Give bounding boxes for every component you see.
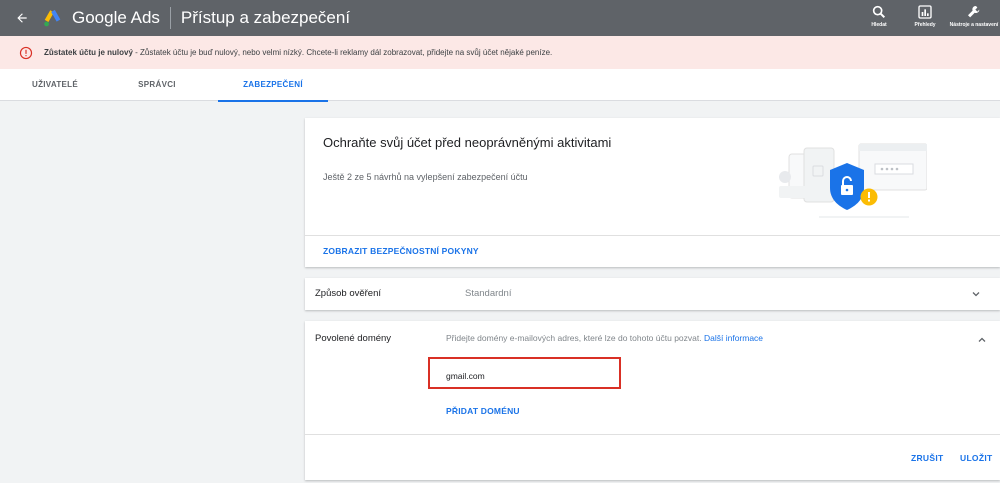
verification-value: Standardní [465, 288, 512, 299]
verification-label: Způsob ověření [315, 288, 382, 299]
reports-button-label: Přehledy [914, 22, 936, 28]
panel-divider [305, 434, 1000, 435]
alert-text: - Zůstatek účtu je buď nulový, nebo velm… [132, 48, 553, 57]
security-card-title: Ochraňte svůj účet před neoprávněnými ak… [323, 135, 612, 150]
search-icon [872, 5, 886, 19]
reports-button[interactable]: Přehledy [902, 0, 948, 36]
google-ads-logo[interactable] [42, 7, 64, 29]
cancel-button[interactable]: ZRUŠIT [911, 453, 944, 463]
reports-icon [918, 5, 932, 19]
back-button[interactable] [4, 0, 40, 36]
chevron-up-icon[interactable] [976, 334, 988, 346]
alert-title: Zůstatek účtu je nulový [44, 48, 133, 57]
hint-text: Přidejte domény e-mailových adres, které… [446, 333, 702, 343]
tools-settings-label: Nástroje a nastavení [949, 22, 999, 28]
tools-settings-button[interactable]: Nástroje a nastavení [948, 0, 1000, 36]
header-divider [169, 7, 171, 29]
arrow-left-icon [17, 13, 27, 23]
search-button[interactable]: Hledat [856, 0, 902, 36]
card-divider [305, 235, 1000, 236]
page-title: Přístup a zabezpečení [180, 8, 351, 27]
tab-bar: UŽIVATELÉ SPRÁVCI ZABEZPEČENÍ [0, 69, 1000, 102]
domain-value: gmail.com [446, 371, 485, 381]
security-shield-illustration [779, 143, 927, 218]
balance-alert: Zůstatek účtu je nulový - Zůstatek účtu … [0, 36, 1000, 69]
verification-method-panel[interactable]: Způsob ověření Standardní [305, 278, 1000, 310]
tab-managers[interactable]: SPRÁVCI [112, 69, 202, 101]
wrench-icon [968, 6, 980, 18]
header-tools: Hledat Přehledy Nástroje a nastavení [856, 0, 1000, 36]
view-security-tips-link[interactable]: ZOBRAZIT BEZPEČNOSTNÍ POKYNY [323, 246, 479, 256]
allowed-domains-hint: Přidejte domény e-mailových adres, které… [446, 333, 763, 343]
save-button[interactable]: ULOŽIT [960, 453, 993, 463]
learn-more-link[interactable]: Další informace [704, 333, 763, 343]
tab-users[interactable]: UŽIVATELÉ [10, 69, 100, 101]
domain-entry[interactable]: gmail.com [428, 357, 621, 389]
allowed-domains-label: Povolené domény [315, 333, 392, 344]
tab-security[interactable]: ZABEZPEČENÍ [218, 69, 328, 102]
top-bar: Google Ads Přístup a zabezpečení Hledat … [0, 0, 1000, 36]
security-card-subtitle: Ještě 2 ze 5 návrhů na vylepšení zabezpe… [323, 172, 528, 182]
security-recommendations-card: Ochraňte svůj účet před neoprávněnými ak… [305, 118, 1000, 267]
chevron-down-icon[interactable] [970, 288, 982, 300]
error-icon [19, 46, 33, 59]
brand-name: Google Ads [72, 8, 160, 27]
alert-message: Zůstatek účtu je nulový - Zůstatek účtu … [44, 48, 552, 57]
search-button-label: Hledat [871, 22, 887, 28]
add-domain-button[interactable]: PŘIDAT DOMÉNU [446, 406, 520, 416]
allowed-domains-panel: Povolené domény Přidejte domény e-mailov… [305, 321, 1000, 480]
